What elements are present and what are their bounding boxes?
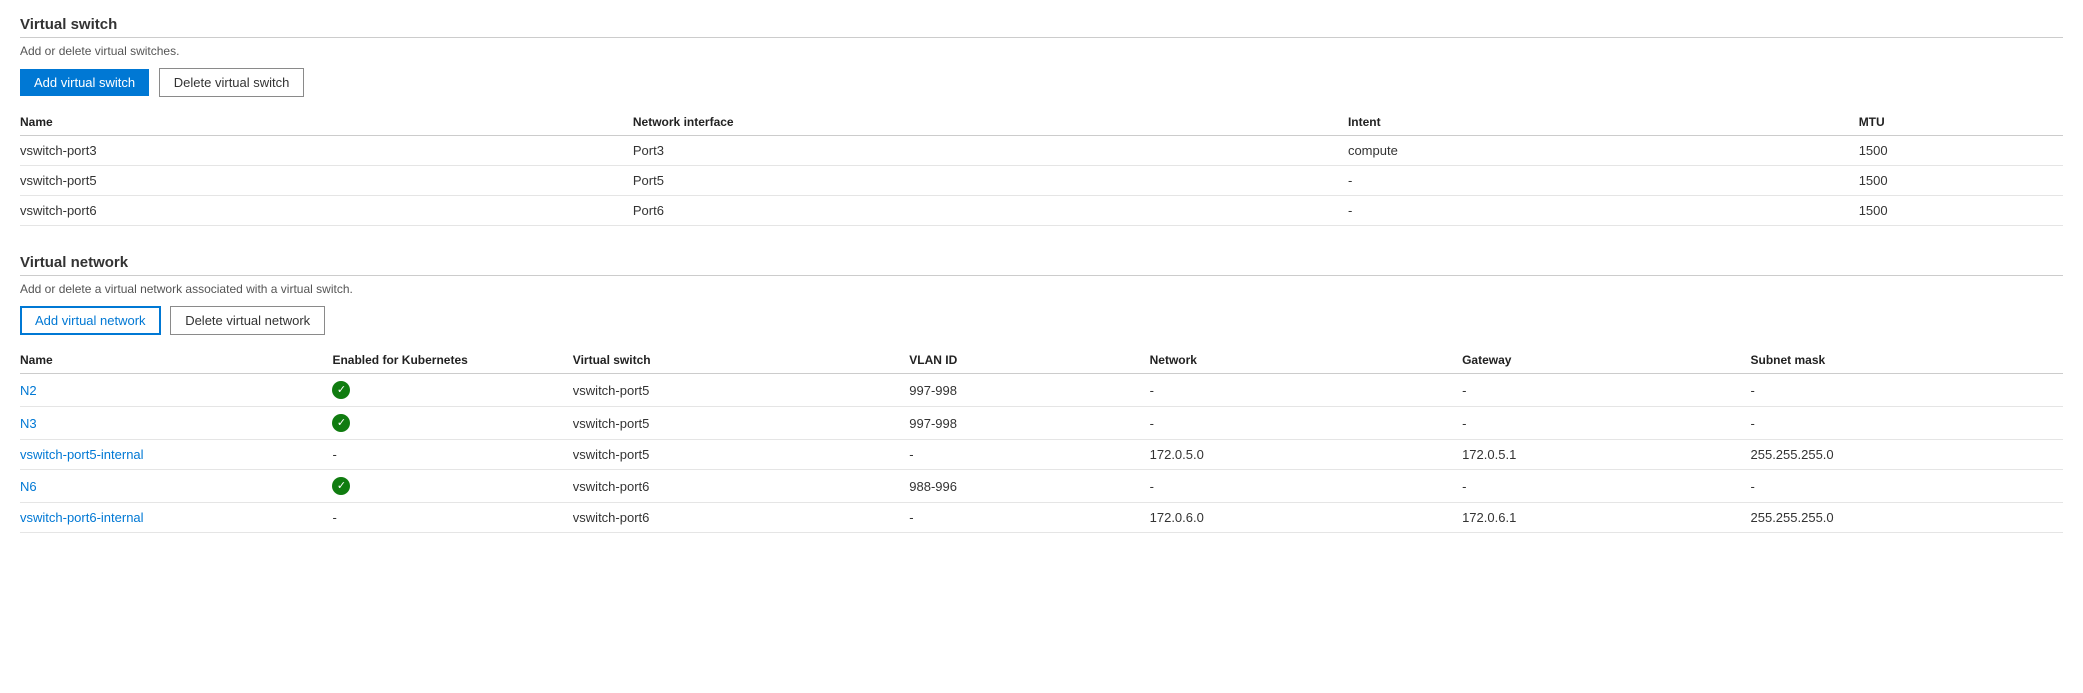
vn-col-name: Name (20, 347, 332, 374)
vn-row-gateway: - (1462, 407, 1750, 440)
enabled-dash: - (332, 510, 336, 525)
vs-col-mtu: MTU (1859, 109, 2063, 136)
virtual-network-table-body: N2 ✓ vswitch-port5 997-998 - - - N3 ✓ vs… (20, 374, 2063, 533)
vn-col-vswitch: Virtual switch (573, 347, 909, 374)
virtual-switch-header-row: Name Network interface Intent MTU (20, 109, 2063, 136)
vn-row-vswitch: vswitch-port5 (573, 407, 909, 440)
enabled-dash: - (332, 447, 336, 462)
virtual-switch-section: Virtual switch Add or delete virtual swi… (20, 16, 2063, 226)
vn-row-subnet-mask: - (1751, 407, 2064, 440)
vs-row-mtu: 1500 (1859, 196, 2063, 226)
vn-row-enabled-k8s: - (332, 440, 572, 470)
list-item: vswitch-port5-internal - vswitch-port5 -… (20, 440, 2063, 470)
virtual-switch-title: Virtual switch (20, 16, 2063, 33)
vn-row-name-link[interactable]: N3 (20, 416, 37, 431)
vn-row-vlan-id: 988-996 (909, 470, 1149, 503)
vn-col-enabled-k8s: Enabled for Kubernetes (332, 347, 572, 374)
add-virtual-switch-button[interactable]: Add virtual switch (20, 69, 149, 96)
vn-col-subnet-mask: Subnet mask (1751, 347, 2064, 374)
vn-row-vlan-id: 997-998 (909, 407, 1149, 440)
list-item: N2 ✓ vswitch-port5 997-998 - - - (20, 374, 2063, 407)
vn-row-name-link[interactable]: N6 (20, 479, 37, 494)
vn-row-network: - (1150, 374, 1462, 407)
vn-row-enabled-k8s: ✓ (332, 374, 572, 407)
vn-row-vswitch: vswitch-port6 (573, 470, 909, 503)
vn-row-network: 172.0.6.0 (1150, 503, 1462, 533)
table-row: vswitch-port3 Port3 compute 1500 (20, 136, 2063, 166)
vs-row-intent: - (1348, 196, 1859, 226)
enabled-check-icon: ✓ (332, 381, 350, 399)
vn-row-vlan-id: 997-998 (909, 374, 1149, 407)
enabled-check-icon: ✓ (332, 477, 350, 495)
vn-row-name-cell: N6 (20, 470, 332, 503)
virtual-switch-table-body: vswitch-port3 Port3 compute 1500 vswitch… (20, 136, 2063, 226)
table-row: vswitch-port6 Port6 - 1500 (20, 196, 2063, 226)
vs-row-intent: compute (1348, 136, 1859, 166)
vs-row-name: vswitch-port6 (20, 196, 633, 226)
vn-col-vlan-id: VLAN ID (909, 347, 1149, 374)
vs-row-name: vswitch-port5 (20, 166, 633, 196)
vs-col-intent: Intent (1348, 109, 1859, 136)
vn-row-name-link[interactable]: vswitch-port5-internal (20, 447, 144, 462)
virtual-switch-description: Add or delete virtual switches. (20, 44, 2063, 58)
virtual-switch-table-header: Name Network interface Intent MTU (20, 109, 2063, 136)
vn-row-name-link[interactable]: vswitch-port6-internal (20, 510, 144, 525)
vs-row-network-interface: Port3 (633, 136, 1348, 166)
vn-row-subnet-mask: - (1751, 470, 2064, 503)
virtual-network-section: Virtual network Add or delete a virtual … (20, 254, 2063, 533)
vn-row-vswitch: vswitch-port5 (573, 440, 909, 470)
virtual-network-table: Name Enabled for Kubernetes Virtual swit… (20, 347, 2063, 533)
virtual-switch-divider (20, 37, 2063, 38)
list-item: vswitch-port6-internal - vswitch-port6 -… (20, 503, 2063, 533)
enabled-check-icon: ✓ (332, 414, 350, 432)
vn-row-subnet-mask: 255.255.255.0 (1751, 440, 2064, 470)
vn-row-name-cell: N2 (20, 374, 332, 407)
vs-row-mtu: 1500 (1859, 166, 2063, 196)
vn-row-vlan-id: - (909, 440, 1149, 470)
virtual-network-table-header: Name Enabled for Kubernetes Virtual swit… (20, 347, 2063, 374)
virtual-network-buttons: Add virtual network Delete virtual netwo… (20, 306, 2063, 335)
vs-col-name: Name (20, 109, 633, 136)
vn-row-subnet-mask: 255.255.255.0 (1751, 503, 2064, 533)
vn-row-gateway: 172.0.5.1 (1462, 440, 1750, 470)
vn-row-name-cell: vswitch-port5-internal (20, 440, 332, 470)
vn-row-network: 172.0.5.0 (1150, 440, 1462, 470)
virtual-network-header-row: Name Enabled for Kubernetes Virtual swit… (20, 347, 2063, 374)
virtual-switch-buttons: Add virtual switch Delete virtual switch (20, 68, 2063, 97)
delete-virtual-switch-button[interactable]: Delete virtual switch (159, 68, 305, 97)
list-item: N3 ✓ vswitch-port5 997-998 - - - (20, 407, 2063, 440)
list-item: N6 ✓ vswitch-port6 988-996 - - - (20, 470, 2063, 503)
virtual-network-title: Virtual network (20, 254, 2063, 271)
vn-col-network: Network (1150, 347, 1462, 374)
vn-row-subnet-mask: - (1751, 374, 2064, 407)
vs-row-network-interface: Port6 (633, 196, 1348, 226)
table-row: vswitch-port5 Port5 - 1500 (20, 166, 2063, 196)
vn-row-gateway: - (1462, 374, 1750, 407)
vs-row-intent: - (1348, 166, 1859, 196)
add-virtual-network-button[interactable]: Add virtual network (20, 306, 161, 335)
vn-row-vswitch: vswitch-port6 (573, 503, 909, 533)
vn-row-name-link[interactable]: N2 (20, 383, 37, 398)
virtual-network-divider (20, 275, 2063, 276)
vs-row-mtu: 1500 (1859, 136, 2063, 166)
vn-row-gateway: - (1462, 470, 1750, 503)
vn-row-network: - (1150, 470, 1462, 503)
vn-row-name-cell: N3 (20, 407, 332, 440)
delete-virtual-network-button[interactable]: Delete virtual network (170, 306, 325, 335)
vn-row-enabled-k8s: - (332, 503, 572, 533)
vs-col-network-interface: Network interface (633, 109, 1348, 136)
virtual-switch-table: Name Network interface Intent MTU vswitc… (20, 109, 2063, 226)
vn-row-vlan-id: - (909, 503, 1149, 533)
vn-col-gateway: Gateway (1462, 347, 1750, 374)
vn-row-name-cell: vswitch-port6-internal (20, 503, 332, 533)
vn-row-vswitch: vswitch-port5 (573, 374, 909, 407)
vn-row-network: - (1150, 407, 1462, 440)
vn-row-enabled-k8s: ✓ (332, 407, 572, 440)
vn-row-gateway: 172.0.6.1 (1462, 503, 1750, 533)
vn-row-enabled-k8s: ✓ (332, 470, 572, 503)
vs-row-name: vswitch-port3 (20, 136, 633, 166)
virtual-network-description: Add or delete a virtual network associat… (20, 282, 2063, 296)
vs-row-network-interface: Port5 (633, 166, 1348, 196)
